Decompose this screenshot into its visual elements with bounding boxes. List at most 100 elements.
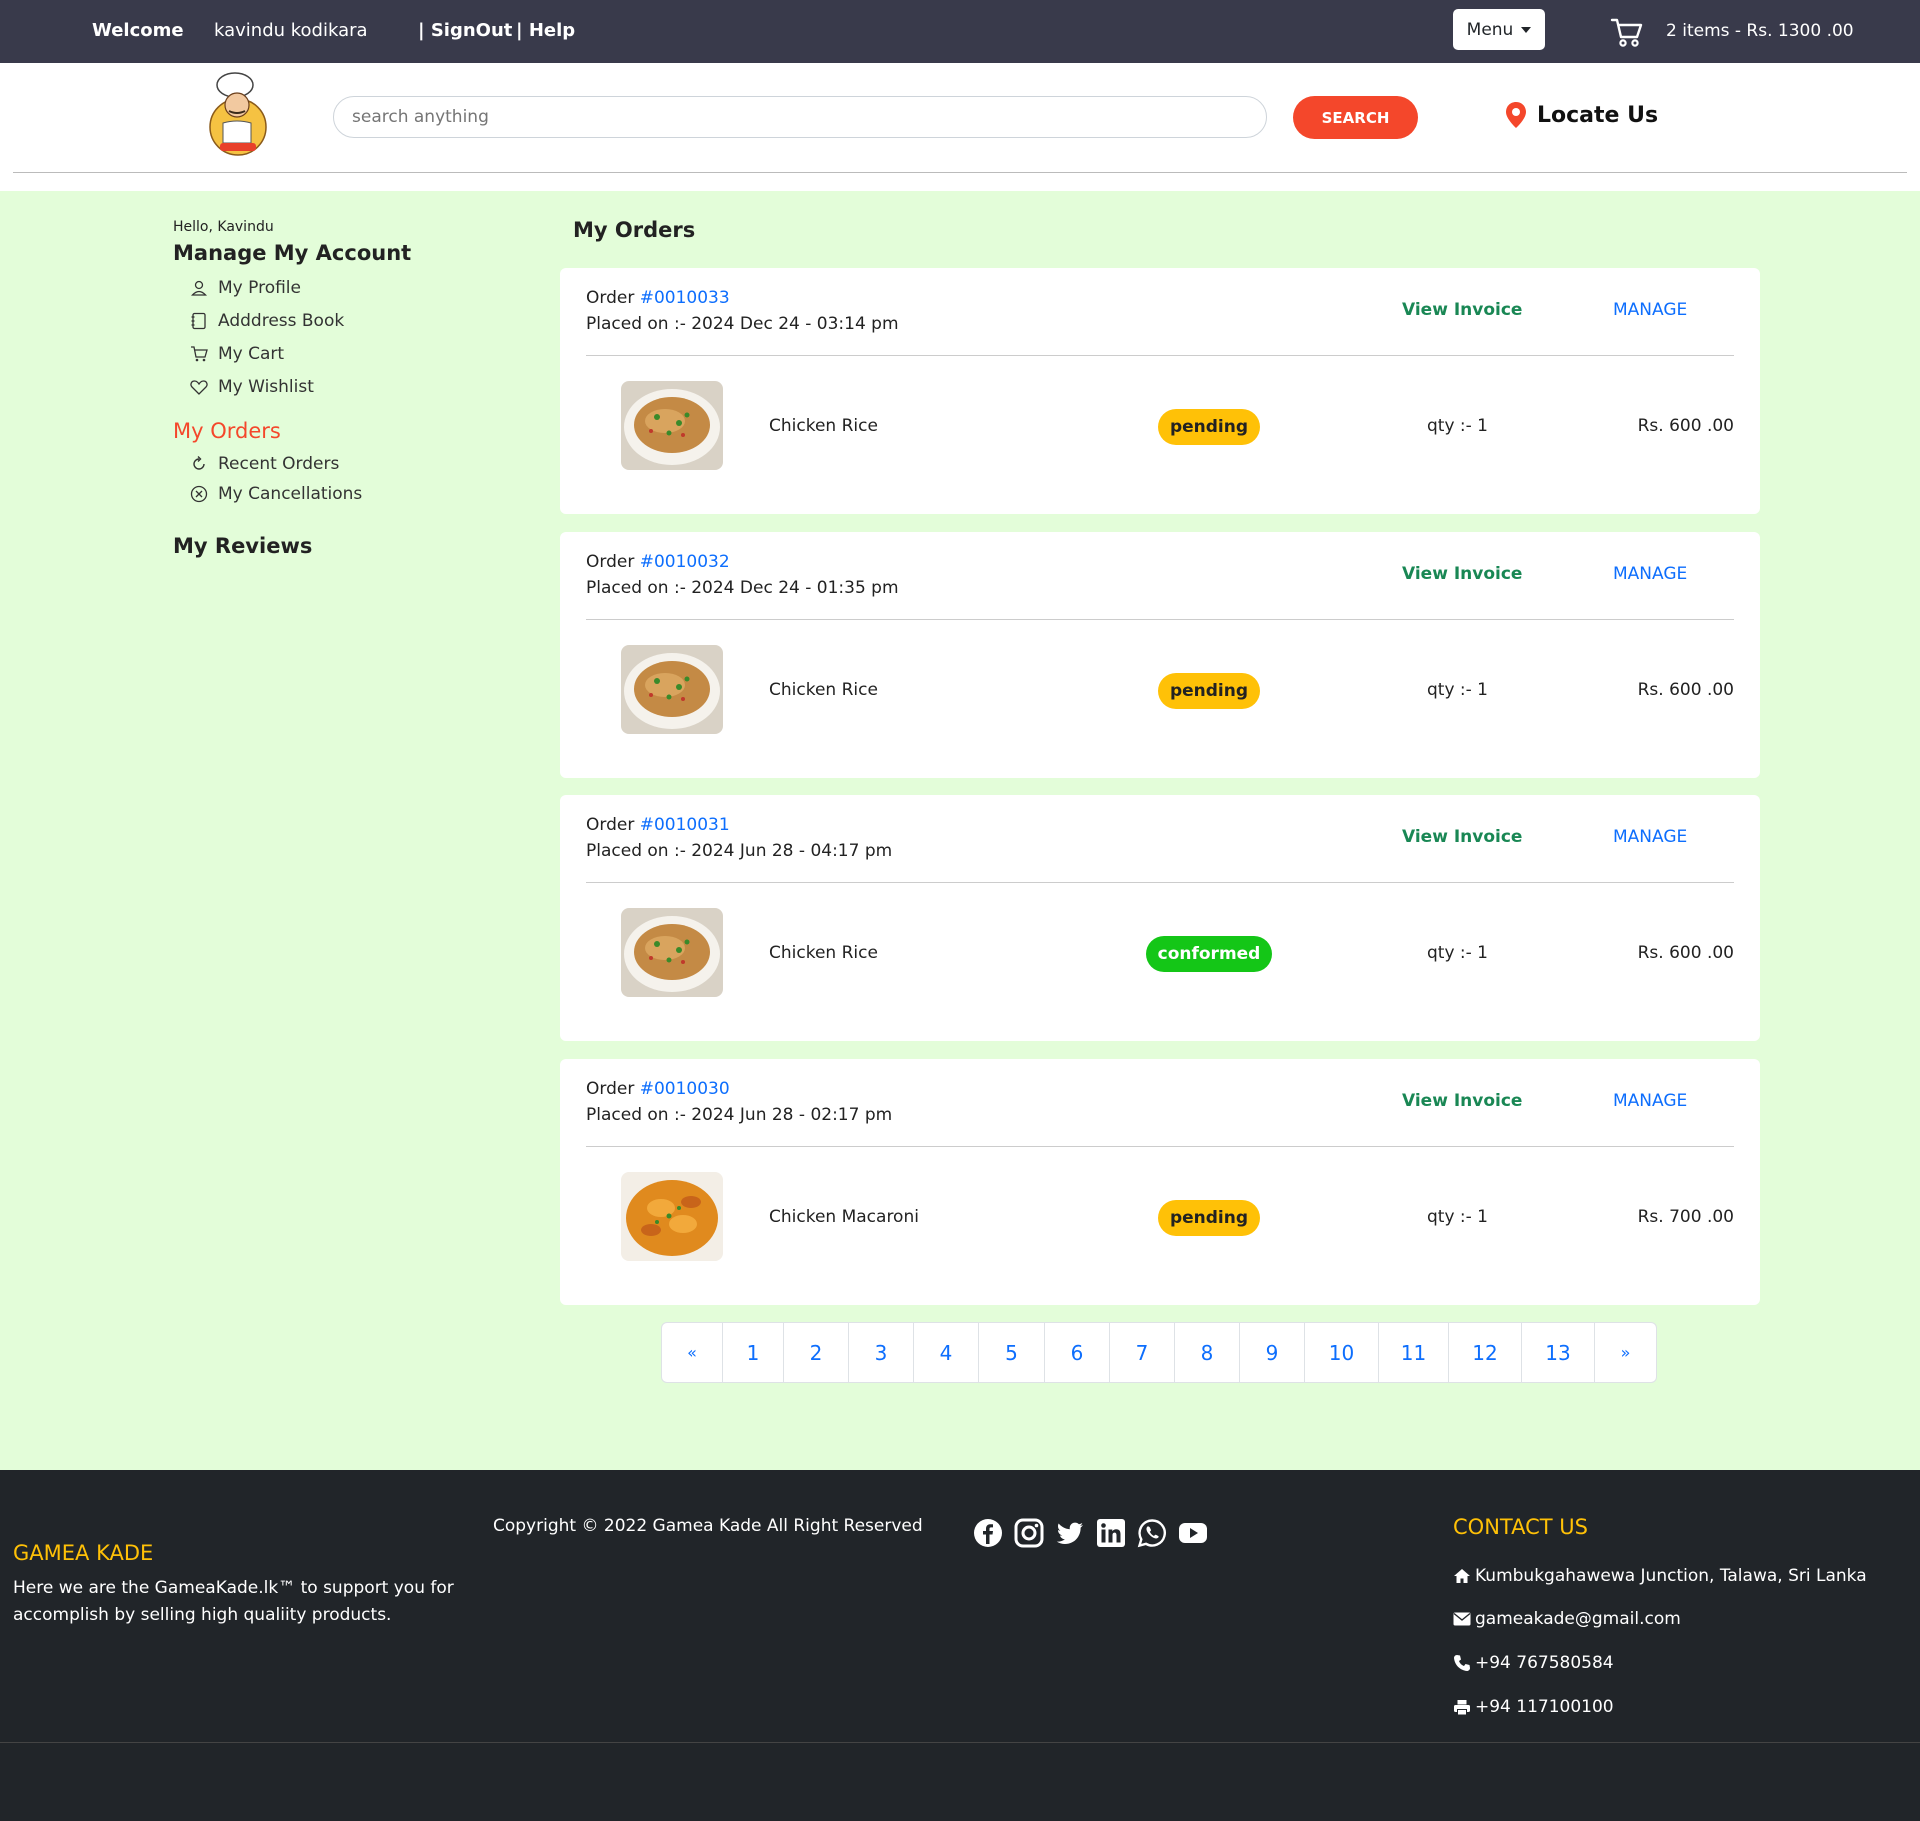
menu-label: Menu <box>1466 19 1514 40</box>
search-input[interactable] <box>333 96 1267 138</box>
map-pin-icon <box>1506 102 1526 128</box>
header-divider <box>13 172 1907 173</box>
signout-link[interactable]: | SignOut <box>418 20 512 41</box>
chicken-rice-image <box>621 908 723 997</box>
sidebar-my-reviews[interactable]: My Reviews <box>173 534 411 558</box>
order-id-link[interactable]: #0010033 <box>640 288 730 308</box>
manage-account-title: Manage My Account <box>173 241 412 265</box>
instagram-icon[interactable] <box>1014 1518 1044 1548</box>
manage-link[interactable]: MANAGE <box>1613 1091 1687 1111</box>
footer-description: Here we are the GameaKade.lk™ to support… <box>13 1578 454 1625</box>
sidebar-item-wishlist[interactable]: My Wishlist <box>173 370 411 403</box>
chef-logo[interactable] <box>205 71 271 157</box>
sidebar-item-cart[interactable]: My Cart <box>173 337 411 370</box>
copyright: Copyright © 2022 Gamea Kade All Right Re… <box>493 1516 923 1536</box>
pagination-page[interactable]: 13 <box>1522 1323 1595 1382</box>
order-quantity: qty :- 1 <box>1427 943 1489 963</box>
order-item-name[interactable]: Chicken Rice <box>769 680 878 700</box>
order-placed-date: Placed on :- 2024 Jun 28 - 04:17 pm <box>586 841 893 861</box>
order-item-name[interactable]: Chicken Rice <box>769 943 878 963</box>
order-quantity: qty :- 1 <box>1427 1207 1489 1227</box>
manage-link[interactable]: MANAGE <box>1613 564 1687 584</box>
pagination-page[interactable]: 6 <box>1045 1323 1110 1382</box>
sidebar-my-orders-title[interactable]: My Orders <box>173 419 411 443</box>
order-id-link[interactable]: #0010032 <box>640 552 730 572</box>
cart-icon[interactable] <box>1610 16 1644 48</box>
phone-text: +94 767580584 <box>1475 1653 1614 1673</box>
view-invoice-link[interactable]: View Invoice <box>1402 300 1522 320</box>
order-number: Order #0010032 <box>586 552 730 572</box>
order-price: Rs. 700 .00 <box>1637 1207 1734 1227</box>
chevron-down-icon <box>1521 26 1532 33</box>
divider <box>586 619 1734 620</box>
manage-link[interactable]: MANAGE <box>1613 827 1687 847</box>
sidebar-item-address-book[interactable]: Adddress Book <box>173 304 411 337</box>
account-sidebar: Hello, Kavindu Manage My Account My Prof… <box>173 219 411 558</box>
order-id-link[interactable]: #0010031 <box>640 815 730 835</box>
order-price: Rs. 600 .00 <box>1637 943 1734 963</box>
pagination-prev[interactable]: « <box>662 1323 723 1382</box>
order-card: Order #0010033 Placed on :- 2024 Dec 24 … <box>560 268 1760 514</box>
address-text: Kumbukgahawewa Junction, Talawa, Sri Lan… <box>1475 1566 1867 1586</box>
pagination-next[interactable]: » <box>1595 1323 1656 1382</box>
sidebar-item-cancellations[interactable]: My Cancellations <box>173 479 411 509</box>
order-card: Order #0010030 Placed on :- 2024 Jun 28 … <box>560 1059 1760 1305</box>
user-icon <box>191 280 207 296</box>
menu-dropdown-button[interactable]: Menu <box>1453 9 1545 50</box>
sidebar-item-label: Recent Orders <box>218 454 340 474</box>
order-card: Order #0010032 Placed on :- 2024 Dec 24 … <box>560 532 1760 778</box>
order-item-name[interactable]: Chicken Rice <box>769 416 878 436</box>
manage-link[interactable]: MANAGE <box>1613 300 1687 320</box>
email-text: gameakade@gmail.com <box>1475 1609 1681 1629</box>
order-number: Order #0010030 <box>586 1079 730 1099</box>
sidebar-item-label: My Wishlist <box>218 376 314 397</box>
divider <box>586 1146 1734 1147</box>
printer-icon <box>1454 1699 1470 1715</box>
linkedin-icon[interactable] <box>1096 1518 1126 1548</box>
contact-email[interactable]: gameakade@gmail.com <box>1453 1609 1681 1629</box>
pagination-page[interactable]: 8 <box>1175 1323 1240 1382</box>
help-link[interactable]: | Help <box>516 20 575 41</box>
contact-phone[interactable]: +94 767580584 <box>1453 1653 1614 1673</box>
order-placed-date: Placed on :- 2024 Dec 24 - 03:14 pm <box>586 314 899 334</box>
welcome-label: Welcome <box>92 20 184 41</box>
cart-summary[interactable]: 2 items - Rs. 1300 .00 <box>1666 21 1854 41</box>
view-invoice-link[interactable]: View Invoice <box>1402 827 1522 847</box>
sidebar-item-label: Adddress Book <box>218 310 345 331</box>
order-item-name[interactable]: Chicken Macaroni <box>769 1207 919 1227</box>
order-placed-date: Placed on :- 2024 Dec 24 - 01:35 pm <box>586 578 899 598</box>
view-invoice-link[interactable]: View Invoice <box>1402 564 1522 584</box>
order-label: Order <box>586 288 640 308</box>
locate-us-link[interactable]: Locate Us <box>1505 101 1658 129</box>
username[interactable]: kavindu kodikara <box>214 20 368 41</box>
order-number: Order #0010033 <box>586 288 730 308</box>
pagination-page[interactable]: 3 <box>849 1323 914 1382</box>
footer-divider <box>0 1742 1920 1743</box>
status-badge: pending <box>1158 673 1260 709</box>
sidebar-item-recent-orders[interactable]: Recent Orders <box>173 449 411 479</box>
status-badge: conformed <box>1146 936 1272 972</box>
whatsapp-icon[interactable] <box>1137 1518 1167 1548</box>
pagination-page[interactable]: 10 <box>1305 1323 1379 1382</box>
pagination-page[interactable]: 11 <box>1379 1323 1449 1382</box>
order-label: Order <box>586 552 640 572</box>
pagination-page[interactable]: 7 <box>1110 1323 1175 1382</box>
twitter-icon[interactable] <box>1055 1518 1085 1548</box>
pagination-page[interactable]: 1 <box>723 1323 784 1382</box>
order-id-link[interactable]: #0010030 <box>640 1079 730 1099</box>
view-invoice-link[interactable]: View Invoice <box>1402 1091 1522 1111</box>
pagination-page[interactable]: 9 <box>1240 1323 1305 1382</box>
pagination-page[interactable]: 12 <box>1449 1323 1522 1382</box>
pagination-page[interactable]: 2 <box>784 1323 849 1382</box>
pagination-page[interactable]: 5 <box>979 1323 1045 1382</box>
contact-address: Kumbukgahawewa Junction, Talawa, Sri Lan… <box>1453 1566 1867 1586</box>
order-placed-date: Placed on :- 2024 Jun 28 - 02:17 pm <box>586 1105 893 1125</box>
youtube-icon[interactable] <box>1178 1518 1208 1548</box>
greeting: Hello, Kavindu <box>173 219 274 235</box>
footer: GAMEA KADE Here we are the GameaKade.lk™… <box>0 1470 1920 1821</box>
order-quantity: qty :- 1 <box>1427 680 1489 700</box>
pagination-page[interactable]: 4 <box>914 1323 979 1382</box>
search-button[interactable]: SEARCH <box>1293 96 1418 139</box>
facebook-icon[interactable] <box>973 1518 1003 1548</box>
sidebar-item-profile[interactable]: My Profile <box>173 271 411 304</box>
